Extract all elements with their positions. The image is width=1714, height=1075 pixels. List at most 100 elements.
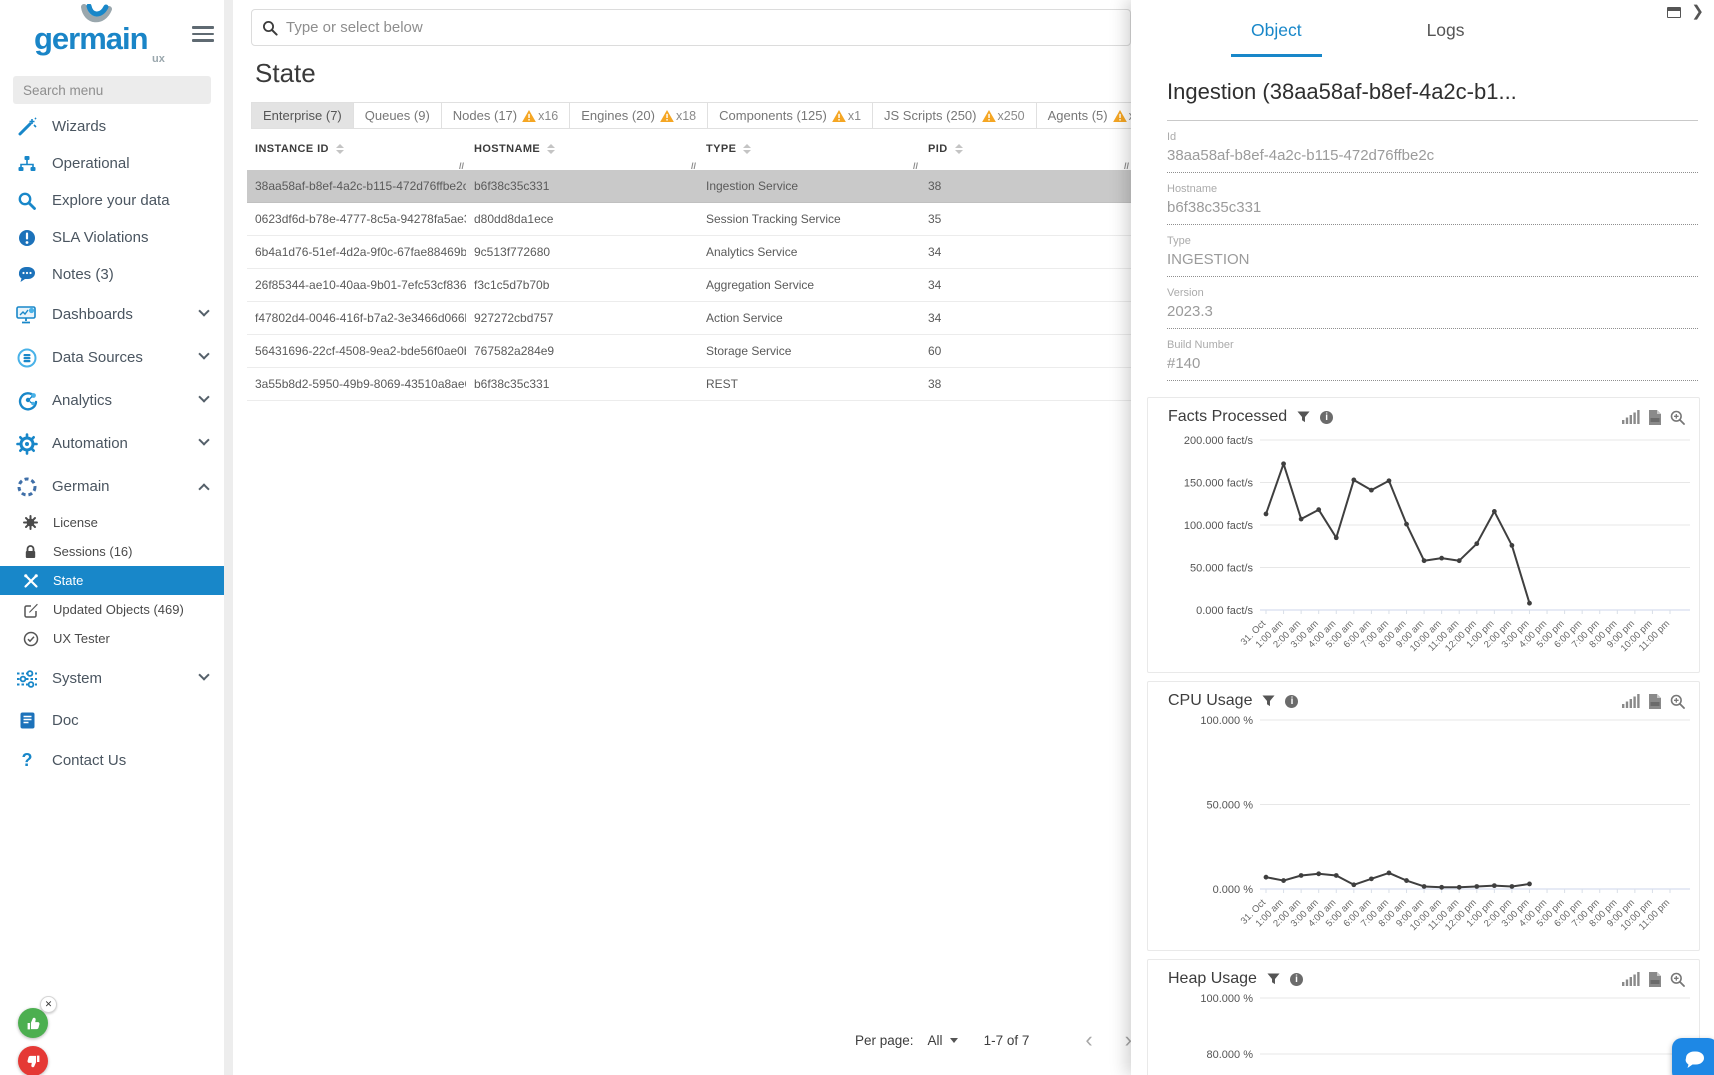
per-page-select[interactable]: All: [928, 1033, 958, 1048]
funnel-icon[interactable]: [1297, 411, 1310, 424]
tab-nodes[interactable]: Nodes (17) x16: [442, 102, 570, 129]
info-icon[interactable]: i: [1320, 411, 1333, 424]
table-row[interactable]: 56431696-22cf-4508-9ea2-bde56f0ae0b7 767…: [247, 335, 1131, 368]
edit-icon: [22, 601, 39, 618]
chat-launcher-button[interactable]: [1672, 1038, 1714, 1075]
thumbs-up-button[interactable]: [18, 1008, 48, 1038]
state-table: INSTANCE ID // HOSTNAME // TYPE // PID /…: [247, 136, 1131, 401]
tab-logs[interactable]: Logs: [1407, 20, 1485, 57]
column-header-instance-id[interactable]: INSTANCE ID //: [247, 143, 466, 155]
object-detail-panel: ❯ Object Logs Ingestion (38aa58af-b8ef-4…: [1131, 0, 1714, 1075]
sidebar-item-state[interactable]: State: [0, 566, 224, 595]
sidebar-item-sla-violations[interactable]: SLA Violations: [0, 219, 224, 256]
zoom-in-icon[interactable]: [1670, 972, 1685, 987]
sidebar-item-data-sources[interactable]: Data Sources: [0, 336, 224, 379]
tab-queues[interactable]: Queues (9): [354, 102, 442, 129]
bar-chart-icon[interactable]: [1622, 694, 1640, 708]
thumbs-down-button[interactable]: [18, 1046, 48, 1075]
funnel-icon[interactable]: [1262, 695, 1275, 708]
bar-chart-icon[interactable]: [1622, 972, 1640, 986]
field-version: Version 2023.3: [1167, 277, 1698, 329]
column-header-pid[interactable]: PID //: [920, 143, 1131, 155]
column-resize-handle[interactable]: //: [691, 161, 696, 171]
sidebar-item-updated-objects[interactable]: Updated Objects (469): [0, 595, 224, 624]
table-row[interactable]: 38aa58af-b8ef-4a2c-b115-472d76ffbe2c b6f…: [247, 170, 1131, 203]
sort-icon[interactable]: [336, 144, 344, 154]
sidebar-item-operational[interactable]: Operational: [0, 145, 224, 182]
tab-components[interactable]: Components (125) x1: [708, 102, 873, 129]
sidebar-item-notes[interactable]: Notes (3): [0, 256, 224, 293]
csv-icon[interactable]: [1649, 410, 1661, 425]
tab-object[interactable]: Object: [1231, 20, 1322, 57]
collapse-panel-icon[interactable]: ❯: [1691, 6, 1704, 18]
sidebar-item-wizards[interactable]: Wizards: [0, 108, 224, 145]
column-resize-handle[interactable]: //: [459, 161, 464, 171]
page-title: State: [255, 58, 316, 89]
search-icon: [262, 20, 278, 36]
chevron-down-icon: [198, 348, 209, 359]
bar-chart-icon[interactable]: [1622, 410, 1640, 424]
window-icon[interactable]: [1667, 7, 1681, 18]
tab-engines[interactable]: Engines (20) x18: [570, 102, 708, 129]
zoom-in-icon[interactable]: [1670, 694, 1685, 709]
object-search-input[interactable]: [286, 19, 1120, 36]
previous-page-button[interactable]: ‹: [1069, 1025, 1108, 1055]
csv-icon[interactable]: [1649, 972, 1661, 987]
table-row[interactable]: 26f85344-ae10-40aa-9b01-7efc53cf8366 f3c…: [247, 269, 1131, 302]
sidebar-item-license[interactable]: License: [0, 508, 224, 537]
sidebar-item-dashboards[interactable]: Dashboards: [0, 293, 224, 336]
info-icon[interactable]: i: [1285, 695, 1298, 708]
sidebar-item-system[interactable]: System: [0, 657, 224, 700]
check-circle-icon: [22, 630, 39, 647]
object-title: Ingestion (38aa58af-b8ef-4a2c-b1...: [1167, 79, 1698, 105]
field-type: Type INGESTION: [1167, 225, 1698, 277]
chart-title: Heap Usage: [1168, 970, 1257, 988]
column-resize-handle[interactable]: //: [1124, 161, 1129, 171]
sidebar-item-contact-us[interactable]: ? Contact Us: [0, 740, 224, 780]
book-icon: [16, 709, 38, 731]
sort-icon[interactable]: [743, 144, 751, 154]
svg-text:0.000 fact/s: 0.000 fact/s: [1196, 605, 1253, 617]
table-row[interactable]: f47802d4-0046-416f-b7a2-3e3466d066b0 927…: [247, 302, 1131, 335]
logo-text: germain: [34, 21, 148, 56]
thumbs-down-icon: [26, 1054, 41, 1069]
facts-processed-chart-card: Facts Processed i 200.000 fact/s150.000 …: [1147, 397, 1700, 673]
sidebar-item-ux-tester[interactable]: UX Tester: [0, 624, 224, 653]
sidebar-item-analytics[interactable]: Analytics: [0, 379, 224, 422]
svg-text:100.000 %: 100.000 %: [1200, 993, 1253, 1005]
gear-icon: [16, 433, 38, 455]
sidebar-item-doc[interactable]: Doc: [0, 700, 224, 740]
sidebar-item-explore[interactable]: Explore your data: [0, 182, 224, 219]
tab-enterprise[interactable]: Enterprise (7): [251, 102, 354, 129]
sort-icon[interactable]: [955, 144, 963, 154]
csv-icon[interactable]: [1649, 694, 1661, 709]
wand-icon: [16, 116, 38, 138]
table-row[interactable]: 3a55b8d2-5950-49b9-8069-43510a8ae611 b6f…: [247, 368, 1131, 401]
gear-icon: [22, 514, 39, 531]
warning-icon: [660, 110, 674, 122]
svg-text:100.000 %: 100.000 %: [1200, 715, 1253, 727]
zoom-in-icon[interactable]: [1670, 410, 1685, 425]
sidebar-item-germain[interactable]: Germain: [0, 465, 224, 508]
dismiss-feedback-button[interactable]: ✕: [40, 996, 57, 1013]
heap-usage-chart: 100.000 %80.000 %: [1156, 992, 1696, 1075]
column-header-type[interactable]: TYPE //: [698, 143, 920, 155]
sidebar-item-sessions[interactable]: Sessions (16): [0, 537, 224, 566]
info-icon[interactable]: i: [1290, 973, 1303, 986]
sidebar-item-automation[interactable]: Automation: [0, 422, 224, 465]
warning-icon: [982, 110, 996, 122]
hamburger-icon[interactable]: [192, 22, 214, 46]
funnel-icon[interactable]: [1267, 973, 1280, 986]
sidebar-search-input[interactable]: [13, 76, 211, 104]
table-row[interactable]: 6b4a1d76-51ef-4d2a-9f0c-67fae88469bd 9c5…: [247, 236, 1131, 269]
pagination: Per page: All 1-7 of 7 ‹ ›: [855, 1022, 1148, 1058]
search-icon: [16, 190, 38, 212]
sort-icon[interactable]: [547, 144, 555, 154]
svg-text:150.000 fact/s: 150.000 fact/s: [1184, 478, 1254, 490]
field-id: Id 38aa58af-b8ef-4a2c-b115-472d76ffbe2c: [1167, 121, 1698, 173]
tab-js-scripts[interactable]: JS Scripts (250) x250: [873, 102, 1037, 129]
column-resize-handle[interactable]: //: [913, 161, 918, 171]
column-header-hostname[interactable]: HOSTNAME //: [466, 143, 698, 155]
table-row[interactable]: 0623df6d-b78e-4777-8c5a-94278fa5ae36 d80…: [247, 203, 1131, 236]
dashed-circle-icon: [16, 476, 38, 498]
